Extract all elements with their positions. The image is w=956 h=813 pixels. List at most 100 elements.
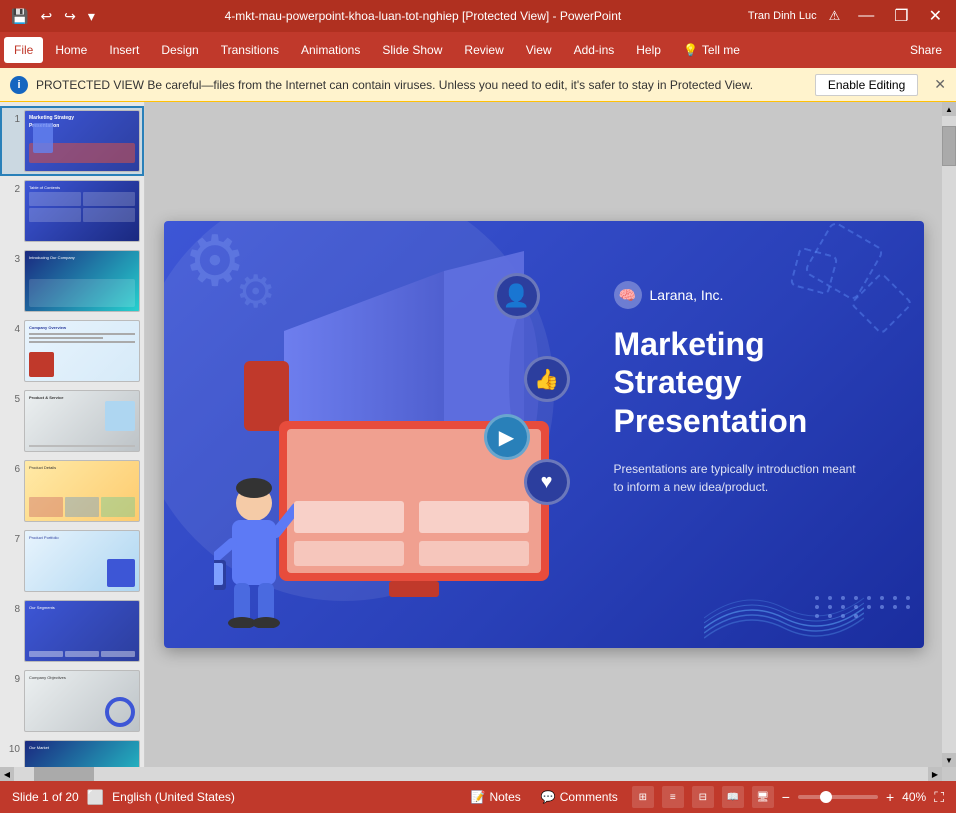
slide-number-5: 5 (4, 394, 20, 405)
menu-animations[interactable]: Animations (291, 37, 370, 63)
scroll-right-button[interactable]: ▶ (928, 767, 942, 781)
title-bar: 💾 ↩ ↪ ▾ 4-mkt-mau-powerpoint-khoa-luan-t… (0, 0, 956, 32)
menu-transitions[interactable]: Transitions (211, 37, 289, 63)
zoom-level: 40% (902, 790, 926, 804)
slide-thumb-img-3: Introducing Our Company (24, 250, 140, 312)
slide-thumb-img-1: Marketing Strategy Presentation (24, 110, 140, 172)
slide-thumb-img-10: Our Market (24, 740, 140, 767)
reading-view-button[interactable]: 📖 (722, 786, 744, 808)
customize-icon[interactable]: ▾ (85, 6, 98, 27)
menu-file[interactable]: File (4, 37, 43, 63)
menu-tell-me[interactable]: 💡 Tell me (673, 37, 750, 63)
slide-thumbnail-3[interactable]: 3 Introducing Our Company (0, 246, 144, 316)
logo-icon: 🧠 (614, 281, 642, 309)
maximize-button[interactable]: ❐ (888, 4, 914, 28)
slide-content: 🧠 Larana, Inc. Marketing Strategy Presen… (614, 281, 894, 496)
slide-thumb-img-5: Product & Service (24, 390, 140, 452)
slide-thumb-img-6: Product Details (24, 460, 140, 522)
slide-count: Slide 1 of 20 (12, 790, 79, 804)
zoom-thumb (820, 791, 832, 803)
slide-sorter-button[interactable]: ⊟ (692, 786, 714, 808)
status-right: 📝 Notes 💬 Comments ⊞ ≡ ⊟ 📖 🖥 − + 40% ⛶ (465, 786, 945, 808)
close-button[interactable]: ✕ (923, 4, 948, 28)
slide-thumb-img-9: Company Objectives (24, 670, 140, 732)
info-icon: i (10, 76, 28, 94)
menu-insert[interactable]: Insert (99, 37, 149, 63)
slide-thumb-img-7: Product Portfolio (24, 530, 140, 592)
slide-number-8: 8 (4, 604, 20, 615)
slide-subtitle: Presentations are typically introduction… (614, 460, 894, 496)
menu-view[interactable]: View (516, 37, 562, 63)
company-name: Larana, Inc. (650, 287, 724, 303)
h-scroll-thumb[interactable] (34, 767, 94, 781)
scroll-up-button[interactable]: ▲ (942, 102, 956, 116)
slide-thumbnail-4[interactable]: 4 Company Overview (0, 316, 144, 386)
slide-panel: 1 Marketing Strategy Presentation 2 Tabl… (0, 102, 145, 767)
social-heart-icon: ♥ (524, 459, 570, 505)
status-left: Slide 1 of 20 ⬜ English (United States) (12, 789, 235, 806)
zoom-slider[interactable] (798, 795, 878, 799)
slide-thumbnail-7[interactable]: 7 Product Portfolio (0, 526, 144, 596)
slide-number-9: 9 (4, 674, 20, 685)
social-play-icon: ▶ (484, 414, 530, 460)
social-user-icon: 👤 (494, 273, 540, 319)
slide-number-7: 7 (4, 534, 20, 545)
enable-editing-button[interactable]: Enable Editing (815, 74, 918, 96)
person-svg (214, 478, 294, 628)
menu-help[interactable]: Help (626, 37, 671, 63)
comment-icon: 💬 (541, 790, 556, 804)
protected-view-banner: i PROTECTED VIEW Be careful—files from t… (0, 68, 956, 102)
slide-thumbnail-6[interactable]: 6 Product Details (0, 456, 144, 526)
slide-indicator-icon: ⬜ (87, 789, 104, 806)
zoom-minus[interactable]: − (782, 789, 790, 805)
main-area: 1 Marketing Strategy Presentation 2 Tabl… (0, 102, 956, 767)
quick-access-toolbar: 💾 ↩ ↪ ▾ (8, 6, 98, 27)
slide-thumbnail-1[interactable]: 1 Marketing Strategy Presentation (0, 106, 144, 176)
warning-icon: ⚠ (829, 8, 841, 24)
normal-view-button[interactable]: ⊞ (632, 786, 654, 808)
slide-number-1: 1 (4, 114, 20, 125)
menu-slideshow[interactable]: Slide Show (372, 37, 452, 63)
menu-addins[interactable]: Add-ins (564, 37, 625, 63)
share-button[interactable]: Share (900, 37, 952, 63)
slide-thumbnail-2[interactable]: 2 Table of Contents (0, 176, 144, 246)
slide-number-6: 6 (4, 464, 20, 475)
slide-thumb-img-4: Company Overview (24, 320, 140, 382)
comments-button[interactable]: 💬 Comments (535, 788, 624, 806)
social-like-icon: 👍 (524, 356, 570, 402)
slide-thumbnail-8[interactable]: 8 Our Segments (0, 596, 144, 666)
zoom-plus[interactable]: + (886, 789, 894, 805)
lightbulb-icon: 💡 (683, 43, 698, 57)
user-name: Tran Dinh Luc (748, 10, 817, 22)
window-title: 4-mkt-mau-powerpoint-khoa-luan-tot-nghie… (98, 9, 748, 23)
save-icon[interactable]: 💾 (8, 6, 31, 27)
horizontal-scrollbar: ◀ ▶ (0, 767, 956, 781)
redo-icon[interactable]: ↪ (61, 6, 79, 27)
notes-button[interactable]: 📝 Notes (465, 788, 527, 806)
menu-review[interactable]: Review (454, 37, 513, 63)
undo-icon[interactable]: ↩ (37, 6, 55, 27)
minimize-button[interactable]: — (852, 5, 880, 27)
fit-screen-icon[interactable]: ⛶ (934, 789, 944, 806)
canvas-area: ⚙ ⚙ (145, 102, 942, 767)
banner-text: PROTECTED VIEW Be careful—files from the… (36, 78, 753, 92)
company-logo: 🧠 Larana, Inc. (614, 281, 894, 309)
outline-view-button[interactable]: ≡ (662, 786, 684, 808)
slide-thumbnail-10[interactable]: 10 Our Market (0, 736, 144, 767)
scroll-left-button[interactable]: ◀ (0, 767, 14, 781)
scroll-thumb[interactable] (942, 126, 956, 166)
status-bar: Slide 1 of 20 ⬜ English (United States) … (0, 781, 956, 813)
slide-thumbnail-5[interactable]: 5 Product & Service (0, 386, 144, 456)
right-scrollbar: ▲ ▼ (942, 102, 956, 767)
slide-number-4: 4 (4, 324, 20, 335)
language: English (United States) (112, 790, 235, 804)
menu-design[interactable]: Design (151, 37, 208, 63)
banner-close-button[interactable]: ✕ (934, 76, 946, 93)
scroll-corner (942, 767, 956, 781)
scroll-down-button[interactable]: ▼ (942, 753, 956, 767)
presenter-view-button[interactable]: 🖥 (752, 786, 774, 808)
slide-thumbnail-9[interactable]: 9 Company Objectives (0, 666, 144, 736)
slide-thumb-img-2: Table of Contents (24, 180, 140, 242)
h-scroll-track (14, 767, 928, 781)
menu-home[interactable]: Home (45, 37, 97, 63)
